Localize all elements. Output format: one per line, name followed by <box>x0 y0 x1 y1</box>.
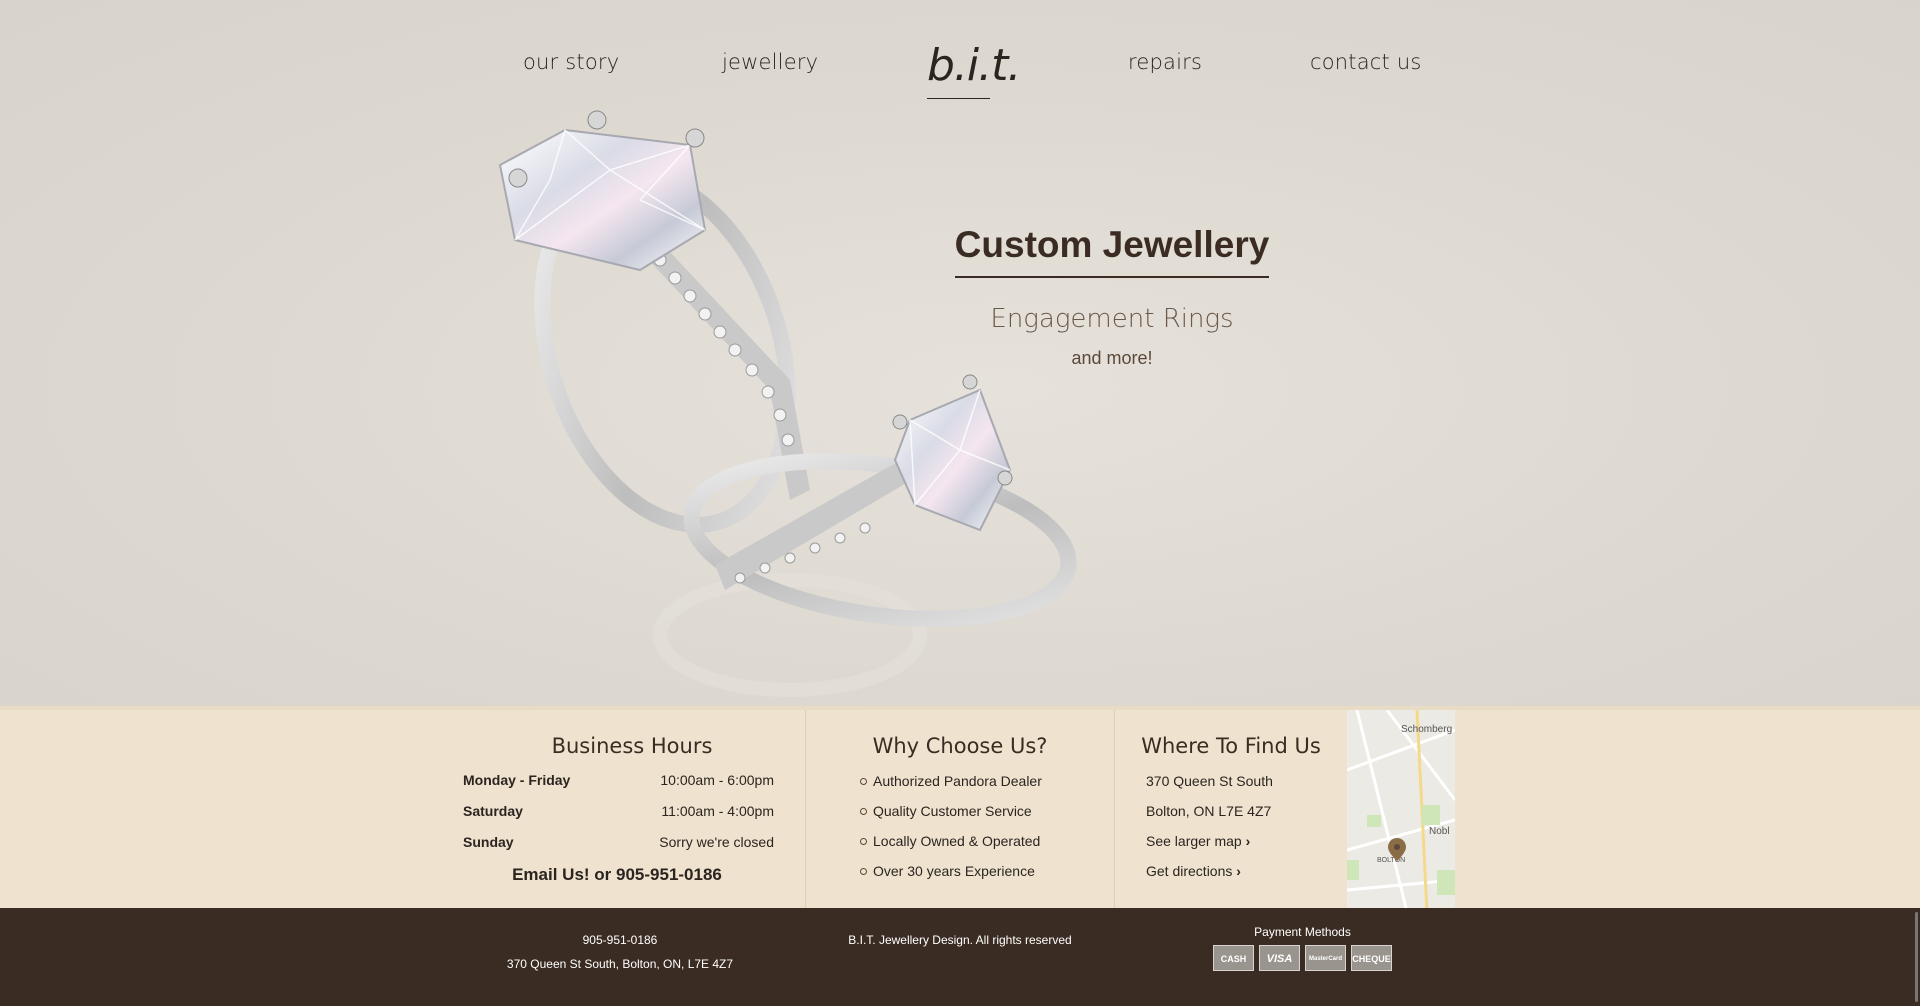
list-item: Quality Customer Service <box>860 802 1114 832</box>
hours-day: Monday - Friday <box>463 772 571 788</box>
see-larger-map-link[interactable]: See larger map › <box>1146 832 1347 862</box>
scrollbar-thumb[interactable] <box>1915 912 1918 1002</box>
hours-row: Saturday 11:00am - 4:00pm <box>460 803 804 834</box>
main-nav: our story jewellery b.i.t. repairs conta… <box>0 0 1920 110</box>
business-hours-panel: Business Hours Monday - Friday 10:00am -… <box>460 710 804 912</box>
hours-row: Monday - Friday 10:00am - 6:00pm <box>460 772 804 803</box>
why-choose-us-title: Why Choose Us? <box>872 734 1048 758</box>
hours-day: Sunday <box>463 834 514 850</box>
get-directions-link[interactable]: Get directions › <box>1146 862 1347 892</box>
nav-contact-us[interactable]: contact us <box>1310 50 1422 74</box>
cash-icon: CASH <box>1213 945 1254 971</box>
mastercard-icon: MasterCard <box>1305 945 1346 971</box>
promo-block: Custom Jewellery Engagement Rings and mo… <box>950 224 1274 369</box>
map-label-bolton: BOLTON <box>1377 857 1405 864</box>
map-label-schomberg: Schomberg <box>1401 724 1452 735</box>
chevron-right-icon: › <box>1245 833 1251 849</box>
business-hours-title: Business Hours <box>551 734 713 758</box>
promo-more: and more! <box>1071 348 1153 368</box>
promo-subtitle: Engagement Rings <box>990 304 1234 334</box>
logo-text: b.i.t. <box>927 40 1021 91</box>
nav-repairs[interactable]: repairs <box>1128 50 1202 74</box>
hours-time: 10:00am - 6:00pm <box>660 772 774 788</box>
visa-icon: VISA <box>1259 945 1300 971</box>
nav-jewellery[interactable]: jewellery <box>722 50 818 74</box>
list-item: Authorized Pandora Dealer <box>860 772 1114 802</box>
why-choose-us-panel: Why Choose Us? Authorized Pandora Dealer… <box>805 710 1115 912</box>
location-map[interactable]: Schomberg Nobl BOLTON <box>1347 710 1455 912</box>
payment-methods-title: Payment Methods <box>1254 925 1351 939</box>
promo-title: Custom Jewellery <box>954 224 1270 278</box>
address-line-2: Bolton, ON L7E 4Z7 <box>1146 803 1272 819</box>
hours-day: Saturday <box>463 803 523 819</box>
logo-underline <box>927 98 990 99</box>
list-item: Over 30 years Experience <box>860 862 1114 892</box>
footer-copyright: B.I.T. Jewellery Design. All rights rese… <box>848 933 1072 947</box>
hours-time: 11:00am - 4:00pm <box>661 803 774 819</box>
see-larger-map-label: See larger map <box>1146 833 1242 849</box>
site-logo[interactable]: b.i.t. <box>927 40 1021 100</box>
list-item: Locally Owned & Operated <box>860 832 1114 862</box>
email-phone-link[interactable]: Email Us! or 905-951-0186 <box>460 865 804 885</box>
get-directions-label: Get directions <box>1146 863 1233 879</box>
hours-time: Sorry we're closed <box>659 834 774 850</box>
where-to-find-title: Where To Find Us <box>1141 734 1321 758</box>
map-label-nobl: Nobl <box>1429 826 1450 837</box>
why-list: Authorized Pandora Dealer Quality Custom… <box>806 772 1114 892</box>
engagement-rings-image <box>498 110 1077 697</box>
cheque-icon: CHEQUE <box>1351 945 1392 971</box>
footer-phone: 905-951-0186 <box>582 933 658 947</box>
hours-row: Sunday Sorry we're closed <box>460 834 804 865</box>
address-line-1: 370 Queen St South <box>1146 773 1273 789</box>
hero-section: our story jewellery b.i.t. repairs conta… <box>0 0 1920 706</box>
footer-address: 370 Queen St South, Bolton, ON, L7E 4Z7 <box>506 957 734 971</box>
site-footer: 905-951-0186 370 Queen St South, Bolton,… <box>0 908 1920 1006</box>
info-strip: Business Hours Monday - Friday 10:00am -… <box>0 706 1920 912</box>
where-to-find-panel: Where To Find Us 370 Queen St South Bolt… <box>1115 710 1347 912</box>
map-graphic: Schomberg Nobl BOLTON <box>1347 710 1455 912</box>
chevron-right-icon: › <box>1236 863 1241 879</box>
nav-our-story[interactable]: our story <box>523 50 619 74</box>
